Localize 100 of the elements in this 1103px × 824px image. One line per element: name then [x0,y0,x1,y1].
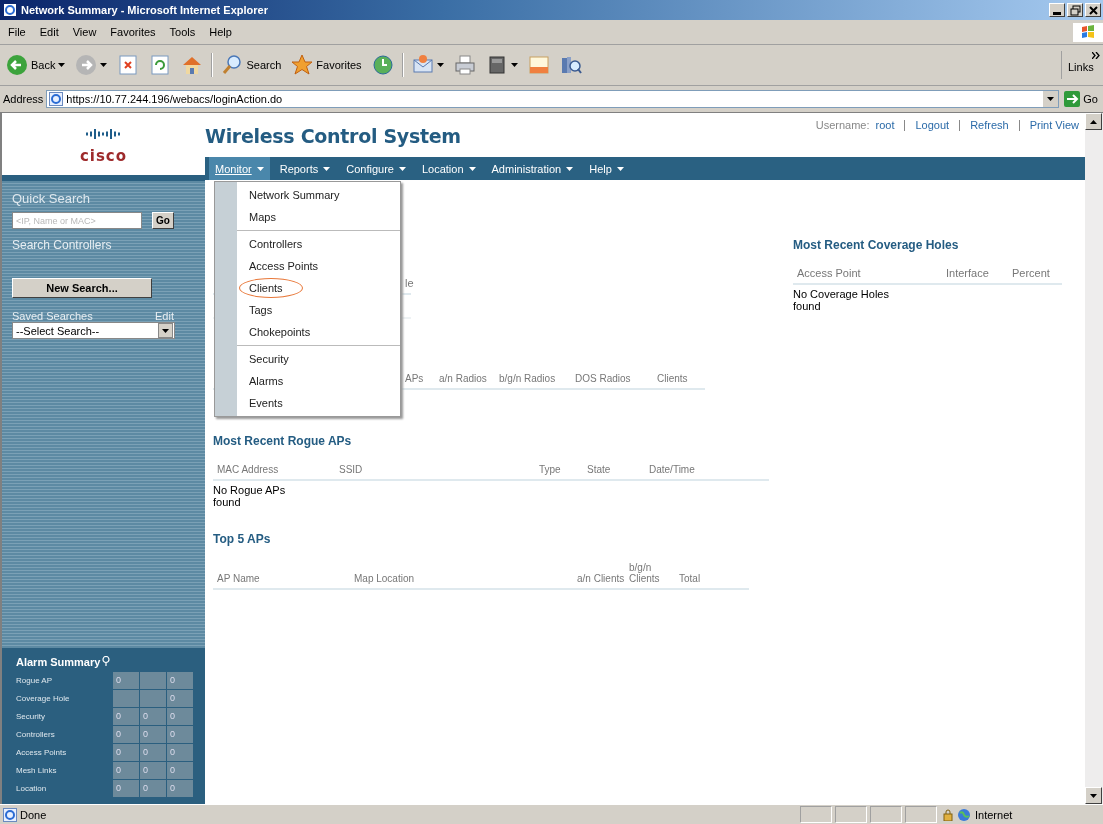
column-header: Date/Time [649,464,696,475]
new-search-button[interactable]: New Search... [12,278,152,298]
column-header: Type [539,464,562,475]
address-label: Address [3,93,44,105]
arrow-right-icon [1064,91,1081,107]
pin-icon[interactable] [102,656,111,666]
menu-item[interactable]: View [68,25,101,39]
column-header: b/g/n Clients [629,562,661,584]
section-title: Most Recent Coverage Holes [793,238,960,252]
scroll-up-button[interactable] [1085,113,1102,130]
alarm-label: Rogue AP [16,675,54,687]
nav-menu[interactable]: Administration [485,157,580,180]
caret-icon[interactable] [100,63,108,67]
nav-menu[interactable]: Help [583,157,630,180]
maximize-button[interactable] [1067,3,1083,17]
select-dropdown[interactable]: --Select Search-- [12,322,175,339]
nav-menu[interactable]: Reports [273,157,337,180]
minimize-icon [1053,11,1061,15]
caret-icon[interactable] [436,63,444,67]
column-header: a/n Clients [577,573,626,584]
status-panel [800,806,832,823]
lock-icon [943,808,953,821]
chevron-icon[interactable] [1092,52,1100,59]
section-title: Top 5 APs [213,532,272,546]
column-header: MAC Address [217,464,280,475]
alarm-label: Coverage Hole [16,693,71,705]
caret-icon [1047,97,1055,101]
browser-icon [3,3,17,17]
menu-item[interactable]: Help [205,25,236,39]
status-panel [870,806,902,823]
status-panel [905,806,937,823]
menu-item[interactable]: Network Summary [237,184,400,206]
go-button[interactable]: Go [152,212,174,229]
alarm-label: Access Points [16,747,68,759]
caret-icon[interactable] [510,63,518,67]
menu-item[interactable]: Tags [237,299,400,321]
close-icon [1087,4,1099,16]
menu-item[interactable]: Security [237,348,400,370]
logo-wordmark: cisco [79,147,128,165]
links-label[interactable]: Links [1068,61,1094,73]
header-link[interactable]: Refresh [970,119,1009,157]
alarm-label: Mesh Links [16,765,58,777]
status-text: Done [20,808,47,821]
caret-icon [468,166,476,171]
menu-item[interactable]: Clients [237,277,400,299]
search-icon [221,54,244,76]
scroll-down-button[interactable] [1085,787,1102,804]
mail-icon [411,54,434,76]
maximize-icon [1069,4,1081,16]
favorites-button[interactable]: Favorites [289,52,364,78]
go-button[interactable]: Go [1062,91,1100,107]
menu-item[interactable]: Maps [237,206,400,228]
address-field[interactable]: https://10.77.244.196/webacs/loginAction.do [46,90,1060,108]
page-icon [3,807,17,822]
username-link[interactable]: root [875,119,895,157]
search-field[interactable]: <IP, Name or MAC> [12,212,142,229]
saved-searches-label: Saved Searches [12,310,93,322]
history-icon [371,54,394,76]
menu-item[interactable]: Alarms [237,370,400,392]
close-button[interactable] [1085,3,1101,17]
column-header: Clients [657,373,689,384]
nav-menu[interactable]: Configure [340,157,412,180]
column-header: Interface [946,268,990,279]
caret-icon [256,166,264,171]
dropdown-button[interactable] [1043,91,1059,107]
menu-item[interactable]: Tools [165,25,200,39]
nav-menu[interactable]: Location [415,157,482,180]
nav-menu[interactable]: Monitor [209,157,270,180]
caret-icon [1090,793,1097,798]
column-header: le [405,278,415,289]
section-title: Quick Search [12,191,92,206]
header-link[interactable]: Print View [1029,119,1079,157]
username-label: Username: [815,119,870,133]
header-link[interactable]: Logout [915,119,950,157]
menu-item[interactable]: Access Points [237,255,400,277]
refresh-icon [149,54,172,76]
caret-icon[interactable] [58,63,66,67]
menu-item[interactable]: Favorites [106,25,160,39]
menu-item[interactable]: Chokepoints [237,321,400,343]
books-magnifier-icon [559,54,582,76]
stop-icon [117,54,140,76]
menu-item[interactable]: Edit [35,25,63,39]
menu-item[interactable]: File [4,25,30,39]
minimize-button[interactable] [1049,3,1065,17]
caret-icon [566,166,574,171]
column-header: SSID [339,464,364,475]
star-icon [291,54,314,76]
window-title: Network Summary - Microsoft Internet Explorer [21,4,269,16]
status-panel [835,806,867,823]
column-header: State [587,464,612,475]
menu-item[interactable]: Events [237,392,400,414]
section-title: Most Recent Rogue APs [213,434,353,448]
section-title: Search Controllers [12,238,113,252]
back-button[interactable]: Back [4,52,68,78]
column-header: a/n Radios [439,373,488,384]
search-button[interactable]: Search [219,52,284,78]
alarm-summary-title: Alarm Summary [16,656,101,668]
page-icon [49,92,64,106]
column-header: Access Point [797,268,862,279]
menu-item[interactable]: Controllers [237,233,400,255]
